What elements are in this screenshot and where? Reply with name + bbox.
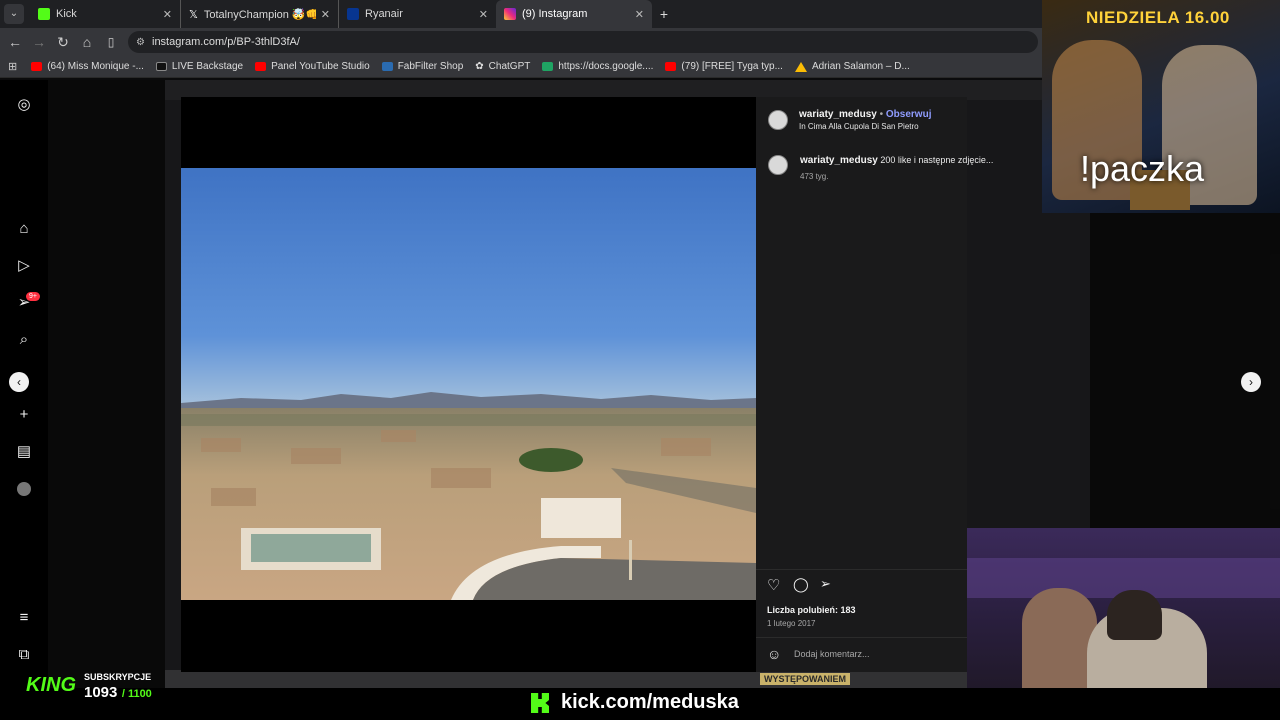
bookmark-item[interactable]: Adrian Salamon – D... — [789, 61, 916, 72]
tab-ryanair[interactable]: Ryanair ✕ — [338, 0, 496, 28]
bookmark-item[interactable]: (79) [FREE] Tyga typ... — [659, 61, 789, 72]
forward-icon[interactable]: → — [27, 34, 51, 50]
author-avatar[interactable] — [768, 110, 788, 130]
close-icon[interactable]: ✕ — [163, 8, 172, 21]
google-drive-icon — [794, 61, 807, 72]
tab-bar: ⌄ Kick ✕ 𝕏 TotalnyChampion 🤯👊 w serw ✕ R… — [0, 0, 1042, 28]
previous-post-button[interactable]: ‹ — [9, 372, 29, 392]
close-icon[interactable]: ✕ — [321, 8, 330, 21]
ryanair-favicon-icon — [347, 8, 359, 20]
bookmark-item[interactable]: ✿ ChatGPT — [469, 61, 536, 72]
comment-icon[interactable]: ◯ — [793, 576, 809, 593]
subs-goal: / 1100 — [121, 688, 152, 700]
post-image — [181, 168, 756, 600]
reels-icon[interactable]: ▷ — [16, 258, 32, 274]
insights-icon[interactable]: ▤ — [16, 444, 32, 460]
separator-dot: • — [879, 109, 884, 120]
bookmarks-bar: ⊞ (64) Miss Monique -... LIVE Backstage … — [0, 56, 1042, 78]
youtube-icon — [31, 62, 43, 71]
notification-badge: 9+ — [26, 292, 40, 301]
subs-counter: 1093 / 1100 — [84, 684, 152, 702]
apps-grid-icon[interactable]: ⊞ — [0, 60, 25, 73]
more-apps-icon[interactable]: ⧉ — [16, 647, 32, 663]
home-icon[interactable]: ⌂ — [75, 34, 99, 50]
caption-username[interactable]: wariaty_medusy — [800, 155, 878, 166]
site-info-icon[interactable]: ⚙ — [136, 37, 145, 48]
next-post-button[interactable]: › — [1241, 372, 1261, 392]
search-icon[interactable]: ⌕ — [16, 332, 32, 348]
menu-icon[interactable]: ≡ — [16, 610, 32, 626]
post-info-panel: wariaty_medusy • Obserwuj In Cima Alla C… — [756, 97, 993, 672]
google-sheets-icon — [542, 62, 554, 71]
kick-favicon-icon — [38, 8, 50, 20]
tab-instagram[interactable]: (9) Instagram ✕ — [496, 0, 652, 28]
caption-age: 473 tyg. — [800, 172, 829, 181]
subs-current: 1093 — [84, 684, 118, 701]
back-icon[interactable]: ← — [3, 34, 27, 50]
instagram-favicon-icon — [504, 8, 516, 20]
caption-text: 200 like i następne zdjęcie... — [880, 155, 994, 165]
tab-x-post[interactable]: 𝕏 TotalnyChampion 🤯👊 w serw ✕ — [180, 0, 338, 28]
stream-bottom-bar: KING SUBSKRYPCJE 1093 / 1100 kick.com/me… — [0, 672, 1280, 720]
tiktok-icon — [155, 62, 167, 71]
comment-input[interactable]: Dodaj komentarz... — [794, 649, 870, 659]
x-logo-icon: 𝕏 — [189, 8, 198, 21]
post-header: wariaty_medusy • Obserwuj — [799, 109, 931, 120]
feed-banner-text: WYSTĘPOWANIEM — [760, 673, 851, 685]
tab-label: (9) Instagram — [522, 8, 588, 20]
promo-command: !paczka — [1080, 148, 1205, 189]
new-tab-button[interactable]: + — [652, 6, 676, 22]
emoji-icon[interactable]: ☺ — [767, 646, 781, 662]
youtube-icon — [255, 62, 267, 71]
browser-toolbar: ← → ↻ ⌂ ▯ ⚙ instagram.com/p/BP-3thlD3fA/ — [0, 28, 1042, 56]
bookmark-item[interactable]: LIVE Backstage — [150, 61, 249, 72]
share-icon[interactable]: ➢ — [820, 576, 831, 592]
follow-button[interactable]: Obserwuj — [886, 109, 932, 120]
split-view-icon[interactable]: ▯ — [99, 35, 123, 49]
bookmark-item[interactable]: https://docs.google.... — [536, 61, 659, 72]
stream-promo-banner: NIEDZIELA 16.00 !paczka — [1042, 0, 1280, 213]
subs-label: SUBSKRYPCJE — [84, 672, 152, 682]
address-bar[interactable]: ⚙ instagram.com/p/BP-3thlD3fA/ — [128, 31, 1038, 53]
caption-avatar[interactable] — [768, 155, 788, 175]
bookmark-item[interactable]: (64) Miss Monique -... — [25, 61, 150, 72]
fabfilter-icon — [381, 62, 393, 71]
close-icon[interactable]: ✕ — [635, 8, 644, 21]
tab-search-button[interactable]: ⌄ — [4, 4, 24, 24]
tab-label: Ryanair — [365, 8, 403, 20]
profile-avatar[interactable] — [17, 482, 31, 496]
home-icon[interactable]: ⌂ — [16, 221, 32, 237]
instagram-logo-icon[interactable]: ◎ — [16, 97, 32, 113]
likes-count[interactable]: Liczba polubień: 183 — [767, 605, 856, 615]
tab-kick[interactable]: Kick ✕ — [30, 0, 180, 28]
youtube-icon — [665, 62, 677, 71]
kick-logo-icon — [531, 693, 549, 713]
post-location[interactable]: In Cima Alla Cupola Di San Pietro — [799, 122, 919, 131]
caption: wariaty_medusy 200 like i następne zdjęc… — [800, 155, 993, 166]
like-icon[interactable]: ♡ — [767, 576, 780, 594]
bookmark-item[interactable]: Panel YouTube Studio — [249, 61, 376, 72]
close-icon[interactable]: ✕ — [479, 8, 488, 21]
post-date: 1 lutego 2017 — [767, 619, 816, 628]
reload-icon[interactable]: ↻ — [51, 34, 75, 51]
author-username[interactable]: wariaty_medusy — [799, 109, 877, 120]
bookmark-item[interactable]: FabFilter Shop — [376, 61, 470, 72]
url-text: instagram.com/p/BP-3thlD3fA/ — [152, 36, 300, 48]
chatgpt-icon: ✿ — [475, 61, 484, 72]
king-logo-icon: KING — [26, 674, 76, 696]
tab-label: TotalnyChampion 🤯👊 w serw — [203, 8, 316, 21]
tab-label: Kick — [56, 8, 77, 20]
create-icon[interactable]: + — [16, 407, 32, 423]
promo-title: NIEDZIELA 16.00 — [1086, 8, 1230, 27]
kick-url: kick.com/meduska — [561, 691, 739, 713]
